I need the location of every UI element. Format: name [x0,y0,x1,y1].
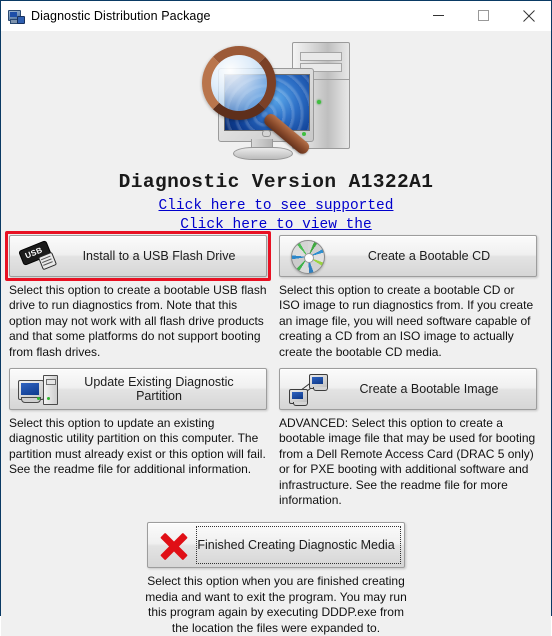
hero-graphic [1,31,551,171]
finished-row: Finished Creating Diagnostic Media [9,522,543,569]
compact-disc-icon [286,238,332,274]
finished-description: Select this option when you are finished… [145,574,407,635]
title-bar: Diagnostic Distribution Package [1,1,551,31]
options-grid: Install to a USB Flash Drive Select this… [1,231,551,636]
options-row-2: Update Existing Diagnostic Partition Sel… [9,368,543,508]
close-icon [522,9,535,22]
magnifying-glass-over-computer-icon [196,38,356,168]
maximize-button[interactable] [461,1,506,30]
client-area: Diagnostic Version A1322A1 Click here to… [1,31,551,636]
minimize-icon [433,15,444,16]
option-description: Select this option to create a bootable … [9,283,267,359]
magnifier-lens [202,46,276,120]
create-bootable-cd-button[interactable]: Create a Bootable CD [279,235,537,277]
minimize-button[interactable] [416,1,461,30]
window-title: Diagnostic Distribution Package [31,8,211,23]
option-column-cd: Create a Bootable CD Select this option … [279,235,537,360]
view-readme-link[interactable]: Click here to view the [1,216,551,235]
option-column-partition: Update Existing Diagnostic Partition Sel… [9,368,267,508]
finished-creating-diagnostic-media-button[interactable]: Finished Creating Diagnostic Media [147,522,405,569]
option-label: Create a Bootable Image [359,382,499,397]
option-label: Update Existing Diagnostic Partition [84,375,234,404]
window-controls [416,1,551,30]
options-row-1: Install to a USB Flash Drive Select this… [5,231,543,360]
option-description: ADVANCED: Select this option to create a… [279,416,536,508]
finished-label: Finished Creating Diagnostic Media [197,538,395,553]
application-window: Diagnostic Distribution Package Diagnost… [0,0,552,636]
red-x-icon [154,527,194,563]
link-group: Click here to see supported Click here t… [1,197,551,235]
network-computers-icon [286,371,332,407]
option-description: Select this option to create a bootable … [279,283,534,359]
option-label: Create a Bootable CD [367,249,491,263]
update-existing-diagnostic-partition-button[interactable]: Update Existing Diagnostic Partition [9,368,267,411]
page-title: Diagnostic Version A1322A1 [118,171,434,193]
usb-flash-drive-icon [16,238,62,274]
desktop-computer-icon [16,371,62,407]
supported-systems-link[interactable]: Click here to see supported [1,197,551,216]
option-column-image: Create a Bootable Image ADVANCED: Select… [279,368,537,508]
option-label: Install to a USB Flash Drive [82,249,236,263]
create-bootable-image-button[interactable]: Create a Bootable Image [279,368,537,411]
computer-network-icon [8,8,25,24]
option-description: Select this option to update an existing… [9,416,266,477]
install-usb-flash-drive-button[interactable]: Install to a USB Flash Drive [5,231,271,281]
close-button[interactable] [506,1,551,30]
option-column-usb: Install to a USB Flash Drive Select this… [5,231,271,360]
maximize-icon [478,10,489,21]
